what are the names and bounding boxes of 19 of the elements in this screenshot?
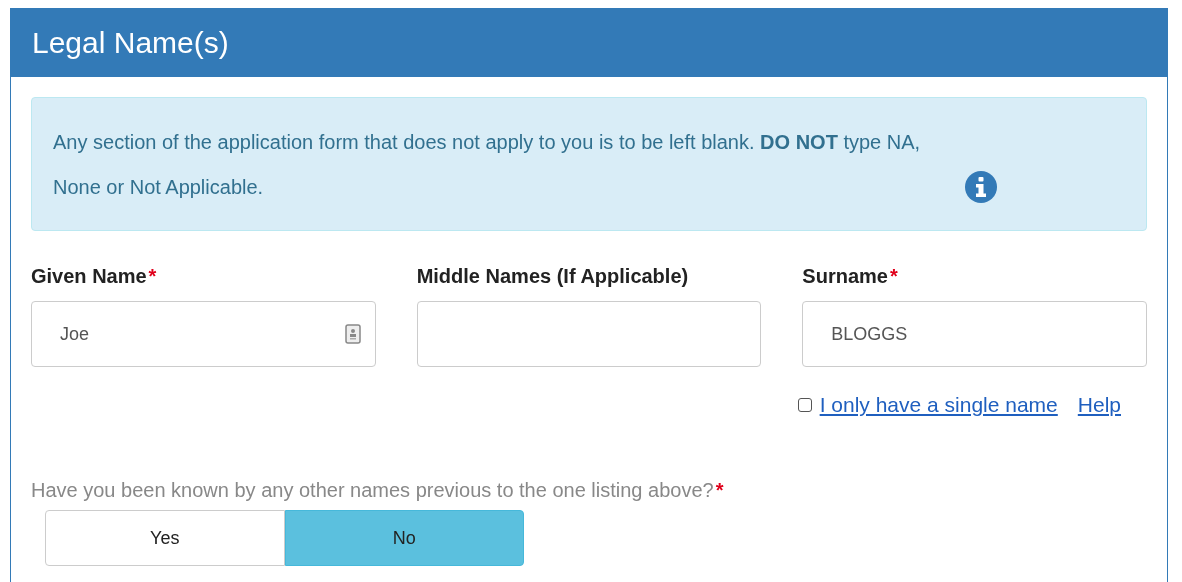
text-field[interactable] xyxy=(416,301,762,367)
panel-title: Legal Name(s) xyxy=(32,26,229,60)
checkbox[interactable] xyxy=(797,398,812,412)
required-mark: * xyxy=(148,265,157,288)
text-field[interactable]: BLOGGS xyxy=(802,301,1147,367)
required-mark: * xyxy=(715,479,724,502)
field-label: Middle Names (If Applicable) xyxy=(416,265,689,288)
option-button[interactable]: Yes xyxy=(45,510,285,566)
single-name-link[interactable]: I only have a single name xyxy=(819,393,1058,417)
contact-card-icon[interactable] xyxy=(344,324,361,344)
help-link[interactable]: Help xyxy=(1077,393,1121,417)
info-icon[interactable] xyxy=(965,171,997,203)
field-label: Given Name xyxy=(31,265,147,288)
question-text: Have you been known by any other names previous to the one listing above? xyxy=(31,479,714,502)
field-label: Surname xyxy=(802,265,888,288)
text-field[interactable]: Joe xyxy=(31,301,376,367)
option-button[interactable]: No xyxy=(284,510,524,566)
required-mark: * xyxy=(889,265,898,288)
notice-text: Any section of the application form that does not apply to you is to be left blank. DO NOT type NA, None or Not Applicable. xyxy=(53,130,922,200)
